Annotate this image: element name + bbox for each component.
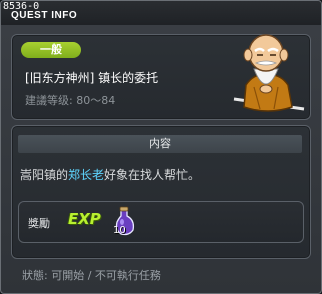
reward-box: 獎勵 EXP 10 bbox=[18, 201, 304, 243]
exp-icon[interactable]: EXP bbox=[68, 210, 101, 228]
quest-description: 嵩阳镇的郑长老好象在找人帮忙。 bbox=[20, 166, 200, 183]
quest-name: [旧东方神州] 镇长的委托 bbox=[25, 71, 159, 85]
quest-content-panel: 内容 嵩阳镇的郑长老好象在找人帮忙。 獎勵 EXP 10 bbox=[11, 125, 311, 259]
content-section-header: 内容 bbox=[18, 135, 302, 153]
window-title: QUEST INFO bbox=[11, 10, 78, 21]
description-text: 嵩阳镇的 bbox=[20, 168, 69, 182]
item-count: 10 bbox=[113, 225, 126, 236]
npc-name-link[interactable]: 郑长老 bbox=[68, 168, 104, 182]
npc-elder-portrait-icon bbox=[233, 34, 305, 112]
quest-info-window: 8536-0 QUEST INFO 一般 [旧东方神州] 镇长的委托 建議等级:… bbox=[0, 0, 322, 294]
description-text-end: 好象在找人帮忙。 bbox=[104, 168, 201, 182]
title-bar[interactable]: 8536-0 QUEST INFO bbox=[1, 1, 321, 25]
quest-summary-panel: 一般 [旧东方神州] 镇长的委托 建議等级: 80～84 bbox=[11, 34, 311, 120]
quest-category-badge: 一般 bbox=[21, 42, 81, 58]
quest-status: 狀態: 可開始 / 不可執行任務 bbox=[22, 269, 161, 282]
reward-label: 獎勵 bbox=[28, 217, 50, 230]
quest-level-range: 建議等级: 80～84 bbox=[25, 94, 116, 107]
